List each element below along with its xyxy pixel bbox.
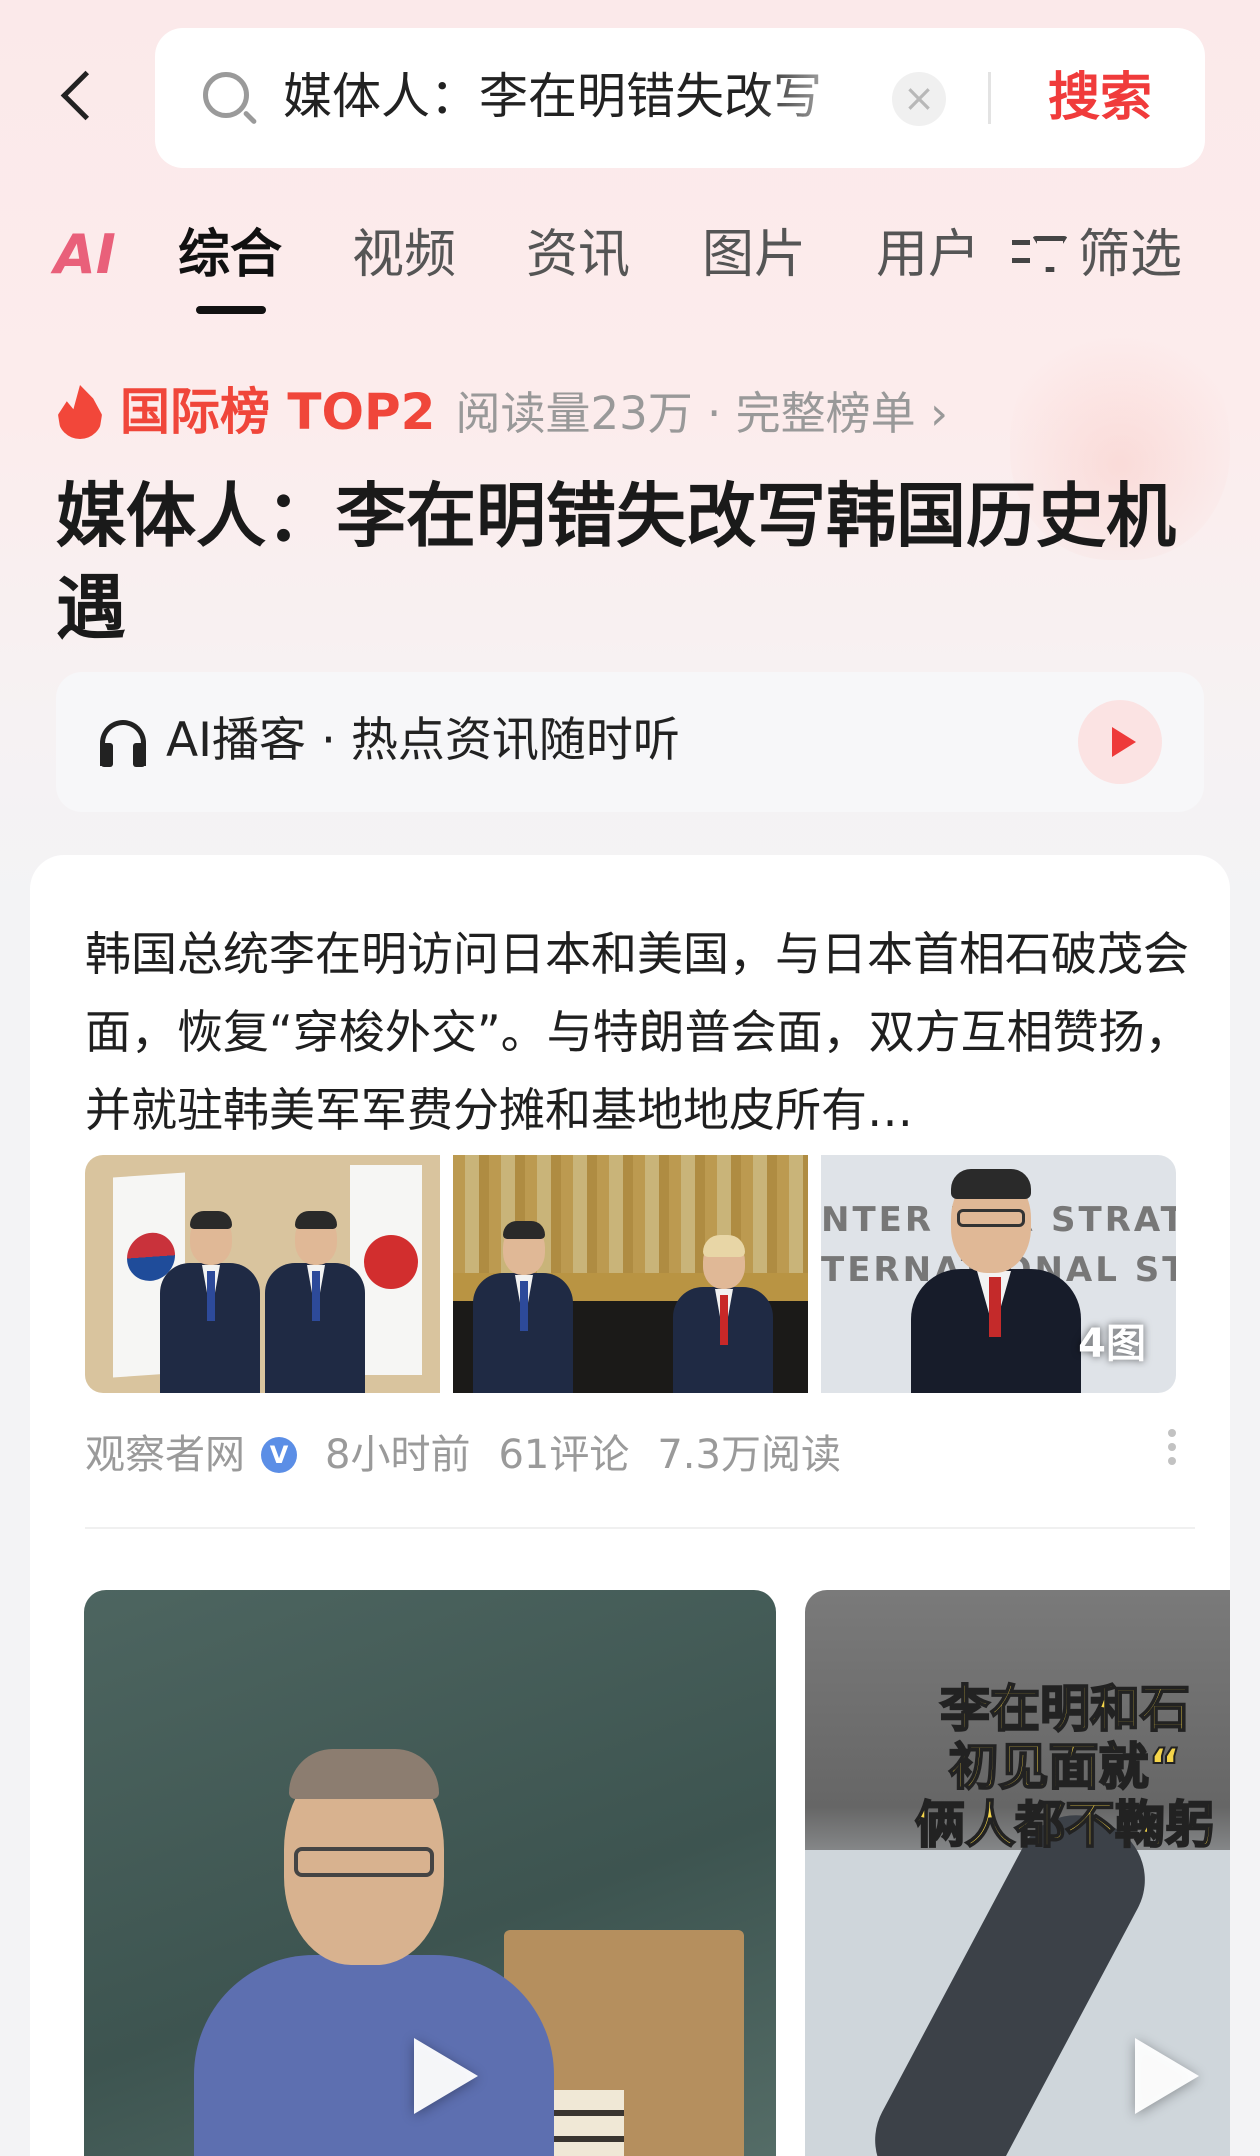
person-figure — [673, 1235, 793, 1393]
image-count-badge: 4图 — [1078, 1321, 1146, 1367]
thumbnail-3[interactable]: NTER FOR STRATEGIC TERNATIONAL STUDIES 4… — [821, 1155, 1176, 1393]
search-bar[interactable]: 媒体人：李在明错失改写 × 搜索 — [155, 28, 1205, 168]
rank-meta[interactable]: 阅读量23万 · 完整榜单 › — [455, 377, 947, 442]
card-divider — [85, 1527, 1195, 1529]
tab-ai[interactable]: AI — [54, 210, 116, 300]
video-play-icon[interactable] — [384, 2020, 494, 2130]
tab-users[interactable]: 用户 — [876, 210, 980, 300]
tab-news[interactable]: 资讯 — [526, 210, 630, 300]
clear-icon[interactable]: × — [892, 72, 946, 126]
tab-video[interactable]: 视频 — [352, 210, 456, 300]
video-card-2[interactable]: 李在明和石 初见面就“ 俩人都不鞠躬 — [805, 1590, 1230, 2156]
flame-icon — [58, 385, 102, 439]
source-name[interactable]: 观察者网 — [85, 1425, 245, 1485]
thumbnail-1[interactable] — [85, 1155, 440, 1393]
thumbnail-2[interactable] — [453, 1155, 808, 1393]
more-options-icon[interactable] — [1166, 1423, 1178, 1479]
publish-time: 8小时前 — [325, 1432, 471, 1478]
topic-headline: 媒体人：李在明错失改写韩国历史机遇 — [56, 475, 1176, 649]
article-thumbnails[interactable]: NTER FOR STRATEGIC TERNATIONAL STUDIES 4… — [85, 1155, 1207, 1393]
search-divider — [988, 72, 991, 124]
back-button[interactable] — [48, 58, 108, 138]
search-input[interactable]: 媒体人：李在明错失改写 — [283, 62, 873, 132]
filter-icon — [1012, 232, 1068, 276]
rank-label: 国际榜 TOP2 — [120, 383, 436, 441]
podcast-label: AI播客 · 热点资讯随时听 — [166, 713, 680, 768]
tab-images[interactable]: 图片 — [702, 210, 806, 300]
search-button[interactable]: 搜索 — [1020, 60, 1180, 136]
filter-label: 筛选 — [1078, 225, 1183, 285]
search-icon — [203, 72, 249, 118]
article-summary[interactable]: 韩国总统李在明访问日本和美国，与日本首相石破茂会面，恢复“穿梭外交”。与特朗普会… — [85, 915, 1195, 1149]
person-figure — [473, 1221, 593, 1393]
video-card-1[interactable] — [84, 1590, 776, 2156]
comment-count: 61评论 — [498, 1432, 630, 1478]
tab-comprehensive[interactable]: 综合 — [178, 210, 282, 300]
person-figure — [265, 1211, 370, 1393]
read-count: 7.3万阅读 — [657, 1432, 841, 1478]
video-play-icon[interactable] — [1105, 2020, 1215, 2130]
video-caption: 李在明和石 初见面就“ 俩人都不鞠躬 — [914, 1679, 1216, 1855]
article-card[interactable]: 韩国总统李在明访问日本和美国，与日本首相石破茂会面，恢复“穿梭外交”。与特朗普会… — [30, 855, 1230, 2156]
filter-button[interactable]: 筛选 — [1012, 210, 1182, 300]
ai-podcast-bar[interactable]: AI播客 · 热点资讯随时听 — [56, 672, 1204, 812]
hot-rank-row[interactable]: 国际榜 TOP2 阅读量23万 · 完整榜单 › — [58, 372, 948, 442]
verified-icon: V — [261, 1437, 297, 1473]
person-figure — [911, 1169, 1081, 1393]
active-tab-indicator — [196, 306, 266, 314]
podcast-play-button[interactable] — [1078, 700, 1162, 784]
tab-bar: AI 综合 视频 资讯 图片 用户 筛选 — [0, 210, 1260, 320]
person-figure — [160, 1211, 260, 1393]
article-meta: 观察者网 V 8小时前 61评论 7.3万阅读 — [85, 1423, 869, 1483]
headphone-icon — [100, 720, 146, 767]
